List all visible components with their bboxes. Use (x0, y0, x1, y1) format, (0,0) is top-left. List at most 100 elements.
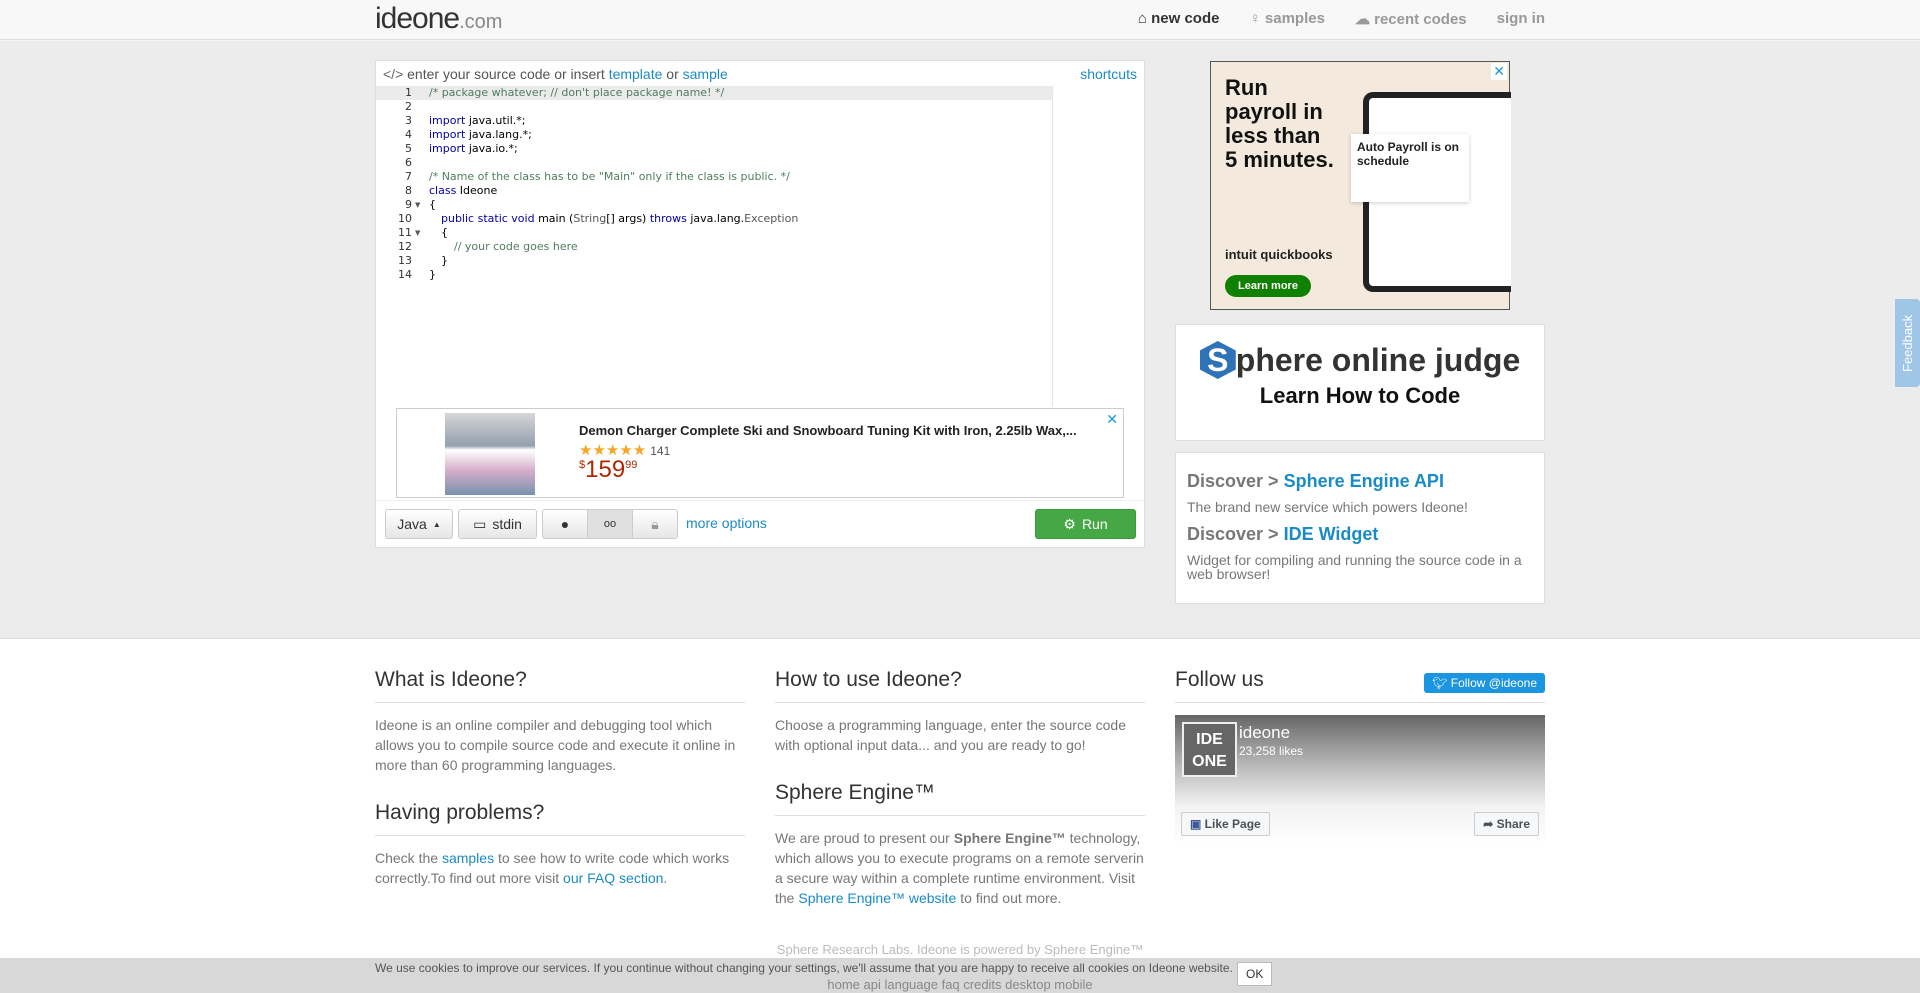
glasses-icon: oo (603, 518, 617, 530)
sphere-engine-website-link[interactable]: Sphere Engine™ website (798, 890, 956, 906)
close-ad-icon[interactable]: ✕ (1491, 63, 1507, 80)
text: to find out more. (956, 890, 1062, 906)
line-number: 2 (405, 100, 412, 113)
nav-label: samples (1264, 10, 1325, 27)
keyword: import (429, 128, 466, 141)
globe-icon: ● (560, 516, 570, 532)
fb-share-label: Share (1496, 817, 1530, 831)
code-line: /* Name of the class has to be "Main" on… (429, 170, 790, 183)
ide-widget-link[interactable]: IDE Widget (1284, 524, 1379, 544)
inbox-icon: ▭ (473, 515, 487, 532)
code-text: Ideone (456, 184, 498, 197)
ad-headline: Run payroll in less than 5 minutes. (1225, 75, 1334, 172)
run-label: Run (1081, 516, 1108, 532)
code-line: import java.lang.*; (429, 128, 532, 142)
run-button[interactable]: ⚙ Run (1035, 509, 1136, 539)
nav-label: new code (1151, 10, 1220, 27)
line-number: 3 (405, 114, 412, 127)
facebook-widget: IDE ONE ideone 23,258 likes ▣ Like Page … (1175, 715, 1545, 845)
price-cents: 99 (625, 459, 638, 471)
ad-price: $15999 (579, 456, 637, 484)
learn-more-button[interactable]: Learn more (1225, 275, 1311, 297)
public-visibility-button[interactable]: ● (542, 509, 588, 539)
what-is-ideone-heading: What is Ideone? (375, 668, 745, 703)
sample-link[interactable]: sample (683, 66, 728, 82)
shortcuts-link[interactable]: shortcuts (1080, 66, 1137, 82)
keyword: class (429, 184, 457, 197)
editor-prompt: enter your source code or insert (407, 66, 605, 82)
spoj-title: phere online judge (1235, 342, 1521, 378)
discover-prefix: Discover > (1187, 524, 1279, 544)
code-line: } (429, 268, 436, 281)
private-visibility-button[interactable]: 🔒︎ (632, 509, 678, 539)
print-margin (1052, 86, 1053, 406)
code-line: } (441, 254, 448, 267)
code-line: import java.io.*; (429, 142, 518, 156)
spoj-banner[interactable]: Sphere online judge Learn How to Code (1175, 324, 1545, 441)
ideone-avatar[interactable]: IDE ONE (1182, 722, 1237, 777)
footer-links[interactable]: home api language faq credits desktop mo… (0, 977, 1920, 992)
more-options-link[interactable]: more options (686, 515, 767, 531)
logo-text: ideone (375, 2, 460, 35)
feedback-tab[interactable]: Feedback (1895, 299, 1920, 387)
code-text: java.lang. (686, 212, 745, 225)
code-text: [] args) (606, 212, 650, 225)
keyword: throws (649, 212, 687, 225)
gears-icon: ⚙ (1063, 515, 1076, 532)
facebook-icon: ▣ (1190, 817, 1205, 831)
having-problems-text: Check the samples to see how to write co… (375, 848, 745, 888)
code-editor-panel: </> enter your source code or insert tem… (375, 60, 1145, 548)
stdin-label: stdin (492, 516, 522, 532)
hidden-visibility-button[interactable]: oo (587, 509, 633, 539)
keyword: import (429, 114, 466, 127)
code-text: java.util.*; (465, 114, 526, 127)
what-is-ideone-text: Ideone is an online compiler and debuggi… (375, 717, 736, 773)
sphere-engine-heading: Sphere Engine™ (775, 781, 1145, 816)
code-line: { (429, 198, 436, 211)
close-ad-icon[interactable]: ✕ (1106, 411, 1118, 428)
twitter-follow-button[interactable]: 🐦︎ Follow @ideone (1424, 673, 1545, 693)
code-area[interactable]: 1 2 3 4 5 6 7 8 9 10 11 12 13 14 ▼ ▼ /* … (376, 86, 1144, 406)
fold-arrow-icon[interactable]: ▼ (415, 229, 420, 237)
fb-share-button[interactable]: ➦ Share (1474, 812, 1539, 836)
how-to-use-heading: How to use Ideone? (775, 668, 1145, 703)
cloud-icon: ☁ (1354, 11, 1375, 28)
navbar: ideone.com ⌂ new code ♀ samples ☁ recent… (0, 0, 1920, 40)
or-text: or (666, 66, 679, 82)
faq-link[interactable]: our FAQ section (563, 870, 663, 886)
template-link[interactable]: template (609, 66, 663, 82)
nav-sign-in[interactable]: sign in (1497, 10, 1545, 28)
twitter-icon: 🐦︎ (1432, 676, 1451, 690)
info-column-middle: How to use Ideone? Choose a programming … (775, 668, 1145, 934)
line-number: 13 (398, 254, 412, 267)
text: We are proud to present our (775, 830, 954, 846)
type: String (573, 212, 607, 225)
language-select[interactable]: Java ▲ (385, 509, 453, 539)
text: Check the (375, 850, 442, 866)
product-ad[interactable]: Demon Charger Complete Ski and Snowboard… (396, 408, 1124, 498)
sphere-engine-api-link[interactable]: Sphere Engine API (1284, 471, 1444, 491)
code-line: public static void main (String[] args) … (441, 212, 798, 226)
fb-page-name[interactable]: ideone (1239, 723, 1290, 743)
lock-icon: 🔒︎ (651, 515, 659, 532)
nav-samples[interactable]: ♀ samples (1249, 10, 1324, 28)
fb-like-button[interactable]: ▣ Like Page (1181, 812, 1270, 836)
code-line: /* package whatever; // don't place pack… (429, 86, 725, 99)
keyword: import (429, 142, 466, 155)
code-line: // your code goes here (454, 240, 578, 253)
line-number: 9 (405, 198, 412, 211)
stdin-button[interactable]: ▭ stdin (458, 509, 537, 539)
logo[interactable]: ideone.com (375, 2, 502, 36)
samples-link[interactable]: samples (442, 850, 494, 866)
cookie-text: We use cookies to improve our services. … (375, 961, 1233, 975)
twitter-label: Follow @ideone (1450, 676, 1537, 690)
nav-new-code[interactable]: ⌂ new code (1138, 10, 1220, 28)
fold-arrow-icon[interactable]: ▼ (415, 201, 420, 209)
line-number: 10 (398, 212, 412, 225)
quickbooks-ad[interactable]: Run payroll in less than 5 minutes. Auto… (1210, 61, 1511, 310)
line-number: 11 (398, 226, 412, 239)
nav-recent-codes[interactable]: ☁ recent codes (1355, 10, 1467, 28)
code-icon: </> (383, 66, 408, 82)
line-number: 5 (405, 142, 412, 155)
line-number: 1 (405, 86, 412, 99)
